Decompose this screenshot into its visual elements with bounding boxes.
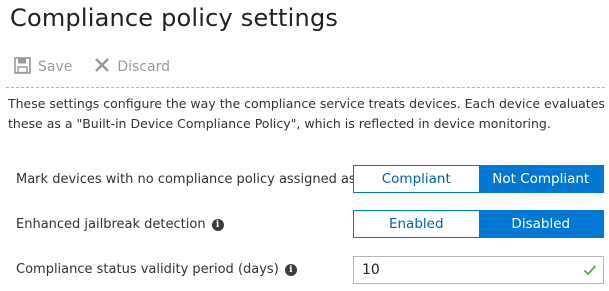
save-button[interactable]: Save	[14, 56, 73, 78]
compliant-option[interactable]: Compliant	[354, 166, 479, 192]
settings-description: These settings configure the way the com…	[8, 96, 605, 131]
validity-label-row: Compliance status validity period (days)…	[16, 262, 297, 277]
page-title: Compliance policy settings	[10, 4, 339, 32]
validity-days-input[interactable]: 10	[353, 256, 604, 284]
save-label: Save	[38, 59, 73, 75]
toolbar-divider	[6, 87, 605, 88]
discard-label: Discard	[117, 59, 171, 75]
info-icon[interactable]: i	[211, 218, 224, 231]
discard-button[interactable]: Discard	[94, 57, 170, 77]
validity-label: Compliance status validity period (days)	[16, 262, 279, 277]
validity-value: 10	[362, 262, 380, 278]
info-icon[interactable]: i	[284, 263, 297, 276]
enabled-option[interactable]: Enabled	[354, 211, 479, 237]
jailbreak-toggle: Enabled Disabled	[353, 210, 604, 238]
disabled-option[interactable]: Disabled	[478, 211, 603, 237]
no-policy-toggle: Compliant Not Compliant	[353, 165, 604, 193]
command-bar: Save Discard	[14, 54, 192, 80]
not-compliant-option[interactable]: Not Compliant	[478, 166, 603, 192]
jailbreak-label: Enhanced jailbreak detection	[16, 217, 206, 232]
discard-icon	[94, 57, 117, 77]
no-policy-label: Mark devices with no compliance policy a…	[16, 172, 356, 187]
checkmark-icon	[583, 263, 597, 281]
jailbreak-label-row: Enhanced jailbreak detection i	[16, 217, 224, 232]
no-policy-label-row: Mark devices with no compliance policy a…	[16, 172, 374, 187]
save-icon	[14, 56, 38, 78]
